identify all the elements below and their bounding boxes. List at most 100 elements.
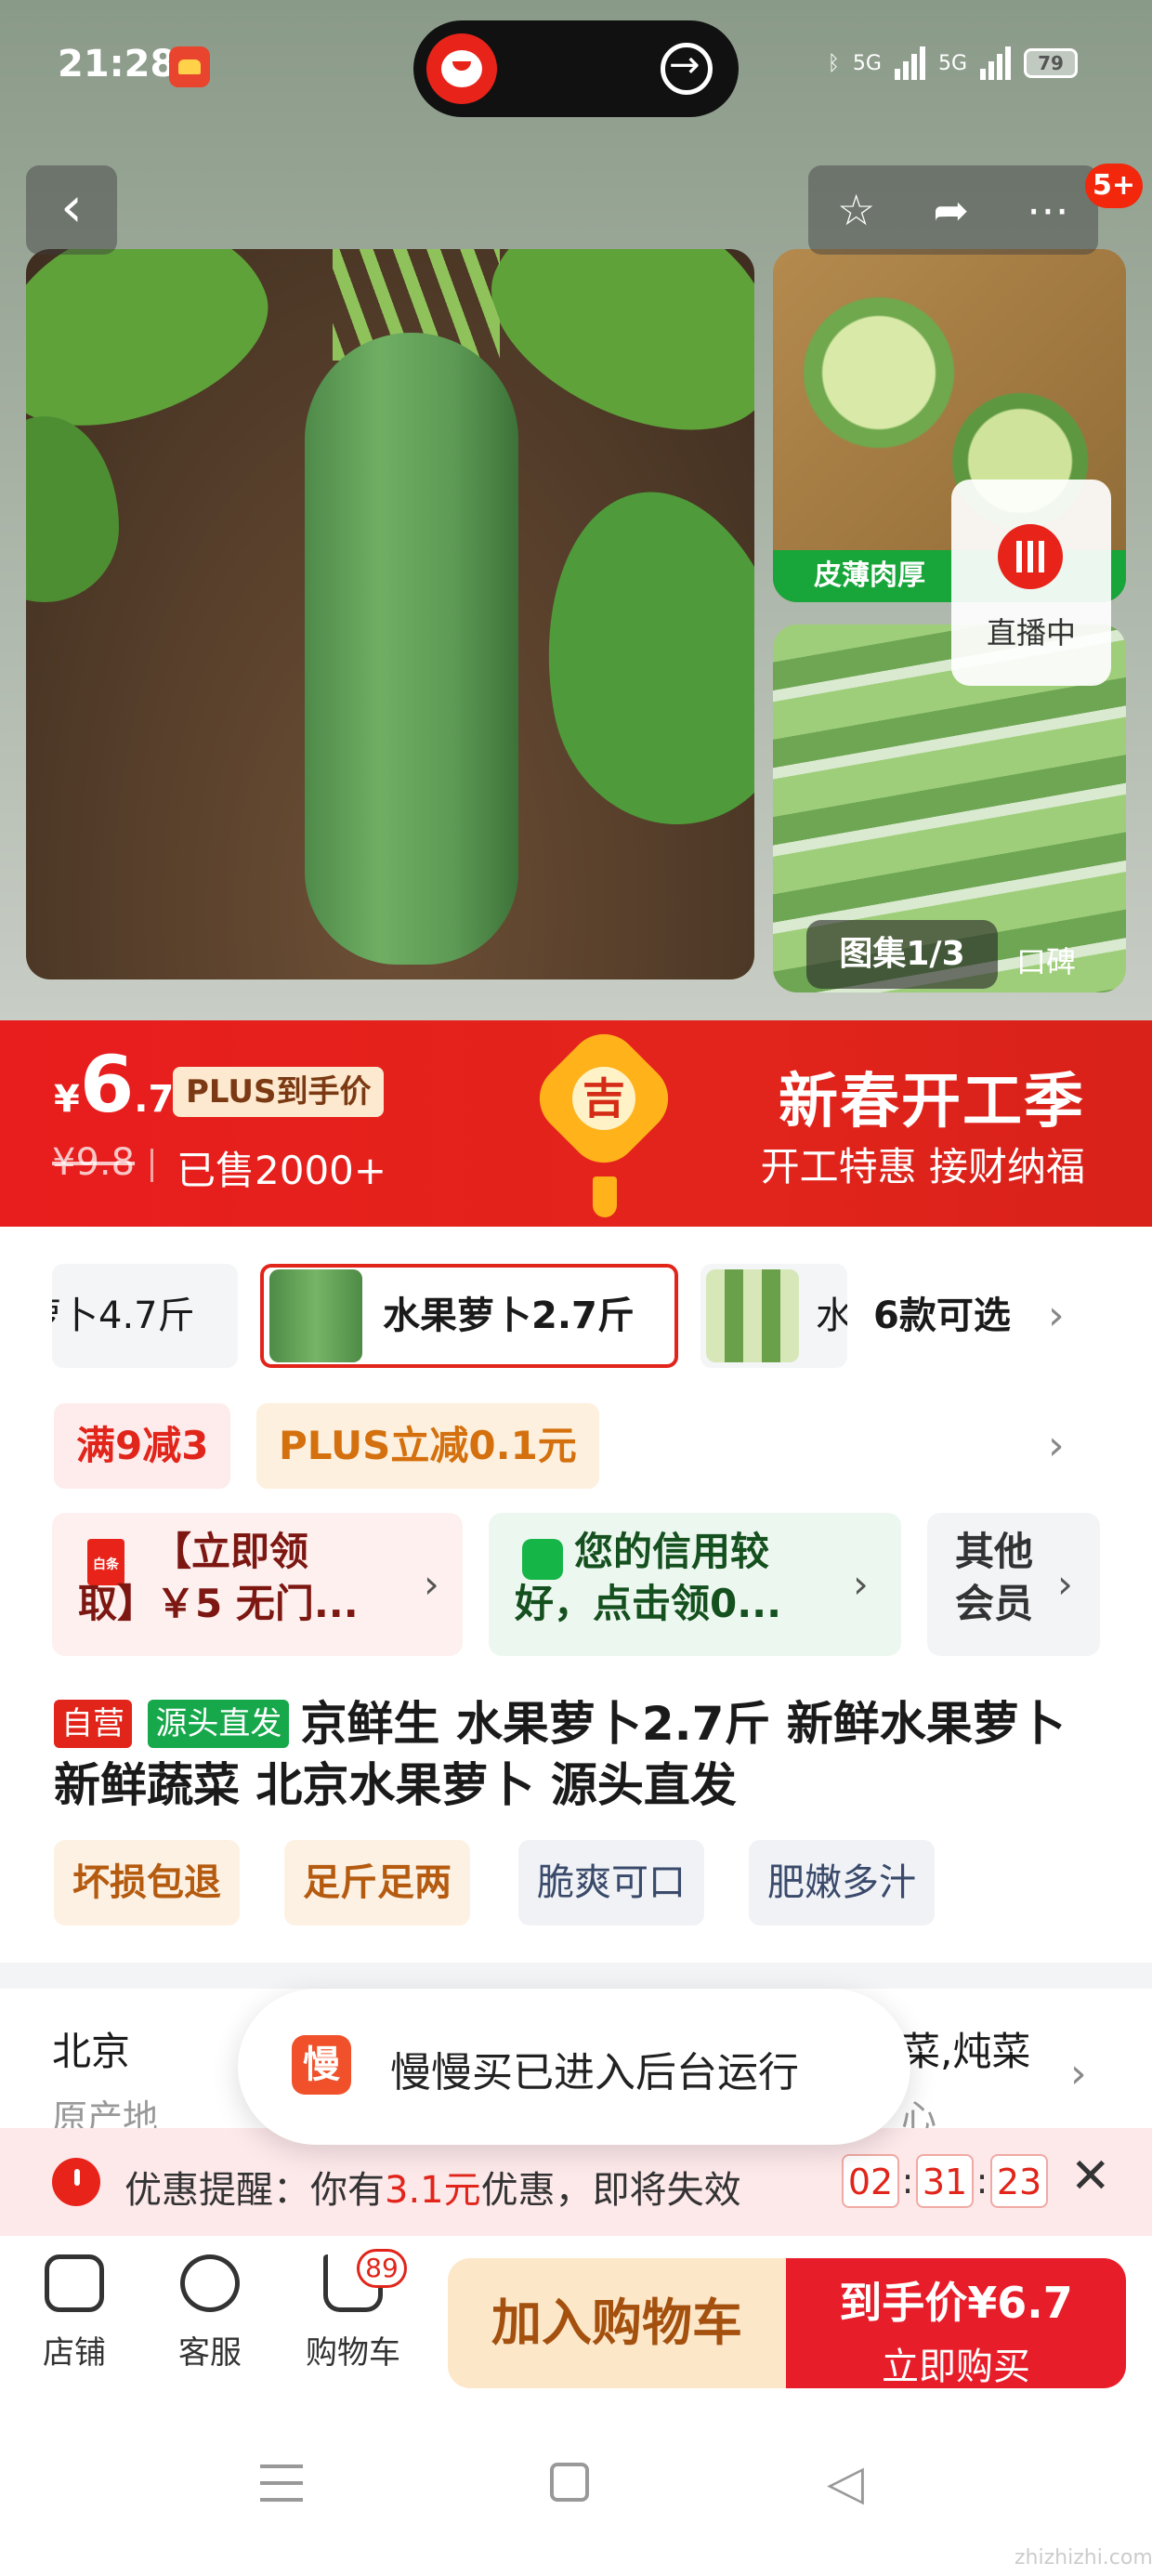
promo-tag-discount[interactable]: 满9减3 <box>54 1403 231 1489</box>
sold-count: 已售2000+ <box>177 1148 387 1193</box>
coupon-card-credit[interactable]: 您的信用较 好，点击领0... › <box>489 1513 901 1656</box>
store-label: 店铺 <box>43 2334 106 2372</box>
back-button[interactable]: ‹ <box>26 165 117 255</box>
chevron-right-icon[interactable]: › <box>1048 1264 1065 1368</box>
store-button[interactable]: 店铺 <box>19 2254 130 2372</box>
feature-tag: 坏损包退 <box>54 1840 240 1925</box>
chevron-right-icon[interactable]: › <box>1048 1403 1065 1489</box>
price-banner: ¥6.7 PLUS到手价 ¥9.8 已售2000+ 吉 新春开工季 开工特惠 接… <box>0 1019 1152 1227</box>
timer-hours: 02 <box>842 2154 899 2208</box>
network2-label: 5G <box>937 51 967 75</box>
variant-thumb <box>706 1269 799 1362</box>
system-nav-bar: ◁ <box>0 2394 1152 2576</box>
cart-label: 购物车 <box>306 2334 400 2372</box>
tag-source-direct: 源头直发 <box>148 1700 290 1748</box>
tassel-icon <box>593 1176 617 1217</box>
signal-icon <box>894 46 925 80</box>
variant-thumb <box>269 1269 362 1362</box>
chevron-left-icon: ‹ <box>60 175 83 240</box>
battery-icon: 79 <box>1024 48 1078 78</box>
add-to-cart-button[interactable]: 加入购物车 <box>448 2258 786 2388</box>
feature-tag: 足斤足两 <box>284 1840 470 1925</box>
coupon-line: 取】￥5 无门... <box>78 1581 359 1626</box>
product-title: 自营 源头直发 京鲜生 水果萝卜2.7斤 新鲜水果萝卜新鲜蔬菜 北京水果萝卜 源头… <box>54 1693 1104 1816</box>
product-main-image[interactable] <box>26 249 754 979</box>
coupon-card-member[interactable]: 其他 会员 › <box>927 1513 1100 1656</box>
variant-chip-selected[interactable]: 水果萝卜2.7斤 <box>260 1264 678 1368</box>
lucky-char: 吉 <box>572 1067 635 1130</box>
status-time: 21:28 <box>58 43 177 85</box>
variant-label: 水果萝卜2.7斤 <box>383 1295 635 1337</box>
chevron-right-icon[interactable]: › <box>1070 2050 1087 2097</box>
section-divider <box>0 1963 1152 1989</box>
tag-self-operated: 自营 <box>54 1700 132 1748</box>
store-icon <box>45 2254 104 2312</box>
product-gallery[interactable]: 皮薄肉厚 图集1/3 口碑 直播中 ‹ ☆ ➦ ⋯ 5+ <box>0 0 1152 1020</box>
variant-chip[interactable]: 水 <box>700 1264 847 1368</box>
reminder-amount: 3.1元 <box>385 2169 481 2212</box>
timer-minutes: 31 <box>916 2154 974 2208</box>
network1-label: 5G <box>852 51 882 75</box>
exit-icon[interactable] <box>661 43 713 95</box>
variant-selector: 萝卜4.7斤 水果萝卜2.7斤 水 6款可选 › <box>0 1264 1152 1368</box>
usage-value: 菜,炖菜 <box>901 2029 1031 2074</box>
reminder-text: 优惠提醒：你有3.1元优惠，即将失效 <box>124 2160 741 2214</box>
variant-label: 萝卜4.7斤 <box>52 1295 195 1337</box>
bluetooth-icon: ᛒ <box>827 51 840 75</box>
feature-tag: 肥嫩多汁 <box>749 1840 935 1925</box>
variant-count[interactable]: 6款可选 <box>873 1264 1011 1368</box>
buy-price: 到手价¥6.7 <box>839 2278 1073 2328</box>
cart-button[interactable]: 89 购物车 <box>297 2249 409 2372</box>
buy-label: 立即购买 <box>882 2346 1030 2388</box>
top-action-group: ☆ ➦ ⋯ <box>808 165 1098 255</box>
coupon-card-baitiao[interactable]: 白条 【立即领 取】￥5 无门... › <box>52 1513 463 1656</box>
coupon-line: 会员 <box>955 1581 1034 1626</box>
plus-price-tag: PLUS到手价 <box>173 1067 385 1117</box>
variant-label: 水 <box>816 1295 847 1337</box>
price-divider <box>151 1149 153 1182</box>
message-badge: 5+ <box>1085 164 1144 208</box>
timer-seconds: 23 <box>990 2154 1048 2208</box>
watermark: zhizhizhi.com <box>1015 2546 1152 2569</box>
coupon-line: 好，点击领0... <box>515 1581 782 1626</box>
more-icon[interactable]: ⋯ <box>1027 185 1069 235</box>
toast-text: 慢慢买已进入后台运行 <box>390 2049 799 2096</box>
cart-count-badge: 89 <box>357 2249 407 2288</box>
live-label: 直播中 <box>986 615 1076 651</box>
bottom-action-bar: 店铺 客服 89 购物车 加入购物车 到手价¥6.7 立即购买 <box>0 2236 1152 2394</box>
status-indicators: ᛒ 5G 5G 79 <box>828 46 1078 80</box>
chevron-right-icon: › <box>853 1561 869 1607</box>
current-price: ¥6.7 <box>54 1039 174 1130</box>
live-stream-badge[interactable]: 直播中 <box>951 480 1111 686</box>
service-label: 客服 <box>178 2334 242 2372</box>
jd-mascot-icon <box>426 33 497 104</box>
home-icon[interactable] <box>550 2463 589 2502</box>
back-triangle-icon[interactable]: ◁ <box>827 2455 864 2511</box>
dynamic-island[interactable] <box>413 20 739 117</box>
manmanmai-app-icon: 慢 <box>292 2035 351 2095</box>
festival-subtitle: 开工特惠 接财纳福 <box>760 1144 1085 1189</box>
countdown-timer: 02 : 31 : 23 <box>842 2154 1048 2208</box>
festival-title: 新春开工季 <box>779 1068 1085 1137</box>
clock-icon <box>52 2158 100 2206</box>
signal-icon-2 <box>980 46 1011 80</box>
review-tab[interactable]: 口碑 <box>1016 939 1076 981</box>
app-notification-icon <box>169 46 210 87</box>
promo-tag-plus[interactable]: PLUS立减0.1元 <box>256 1403 599 1489</box>
price-dec: .7 <box>134 1078 175 1121</box>
customer-service-button[interactable]: 客服 <box>154 2254 266 2372</box>
background-toast: 慢 慢慢买已进入后台运行 <box>238 1989 910 2145</box>
buy-now-button[interactable]: 到手价¥6.7 立即购买 <box>786 2258 1126 2388</box>
chevron-right-icon: › <box>1057 1561 1073 1607</box>
gallery-counter[interactable]: 图集1/3 <box>806 920 998 989</box>
favorite-star-icon[interactable]: ☆ <box>837 185 875 235</box>
reminder-prefix: 优惠提醒：你有 <box>124 2169 385 2212</box>
menu-icon[interactable] <box>260 2464 303 2502</box>
coupon-line: 您的信用较 <box>574 1529 770 1574</box>
variant-chip[interactable]: 萝卜4.7斤 <box>52 1264 238 1368</box>
share-icon[interactable]: ➦ <box>933 185 969 235</box>
chevron-right-icon: › <box>424 1561 439 1607</box>
close-icon[interactable]: ✕ <box>1070 2149 1111 2204</box>
price-int: 6 <box>79 1039 135 1130</box>
coupon-line: 【立即领 <box>152 1529 309 1574</box>
